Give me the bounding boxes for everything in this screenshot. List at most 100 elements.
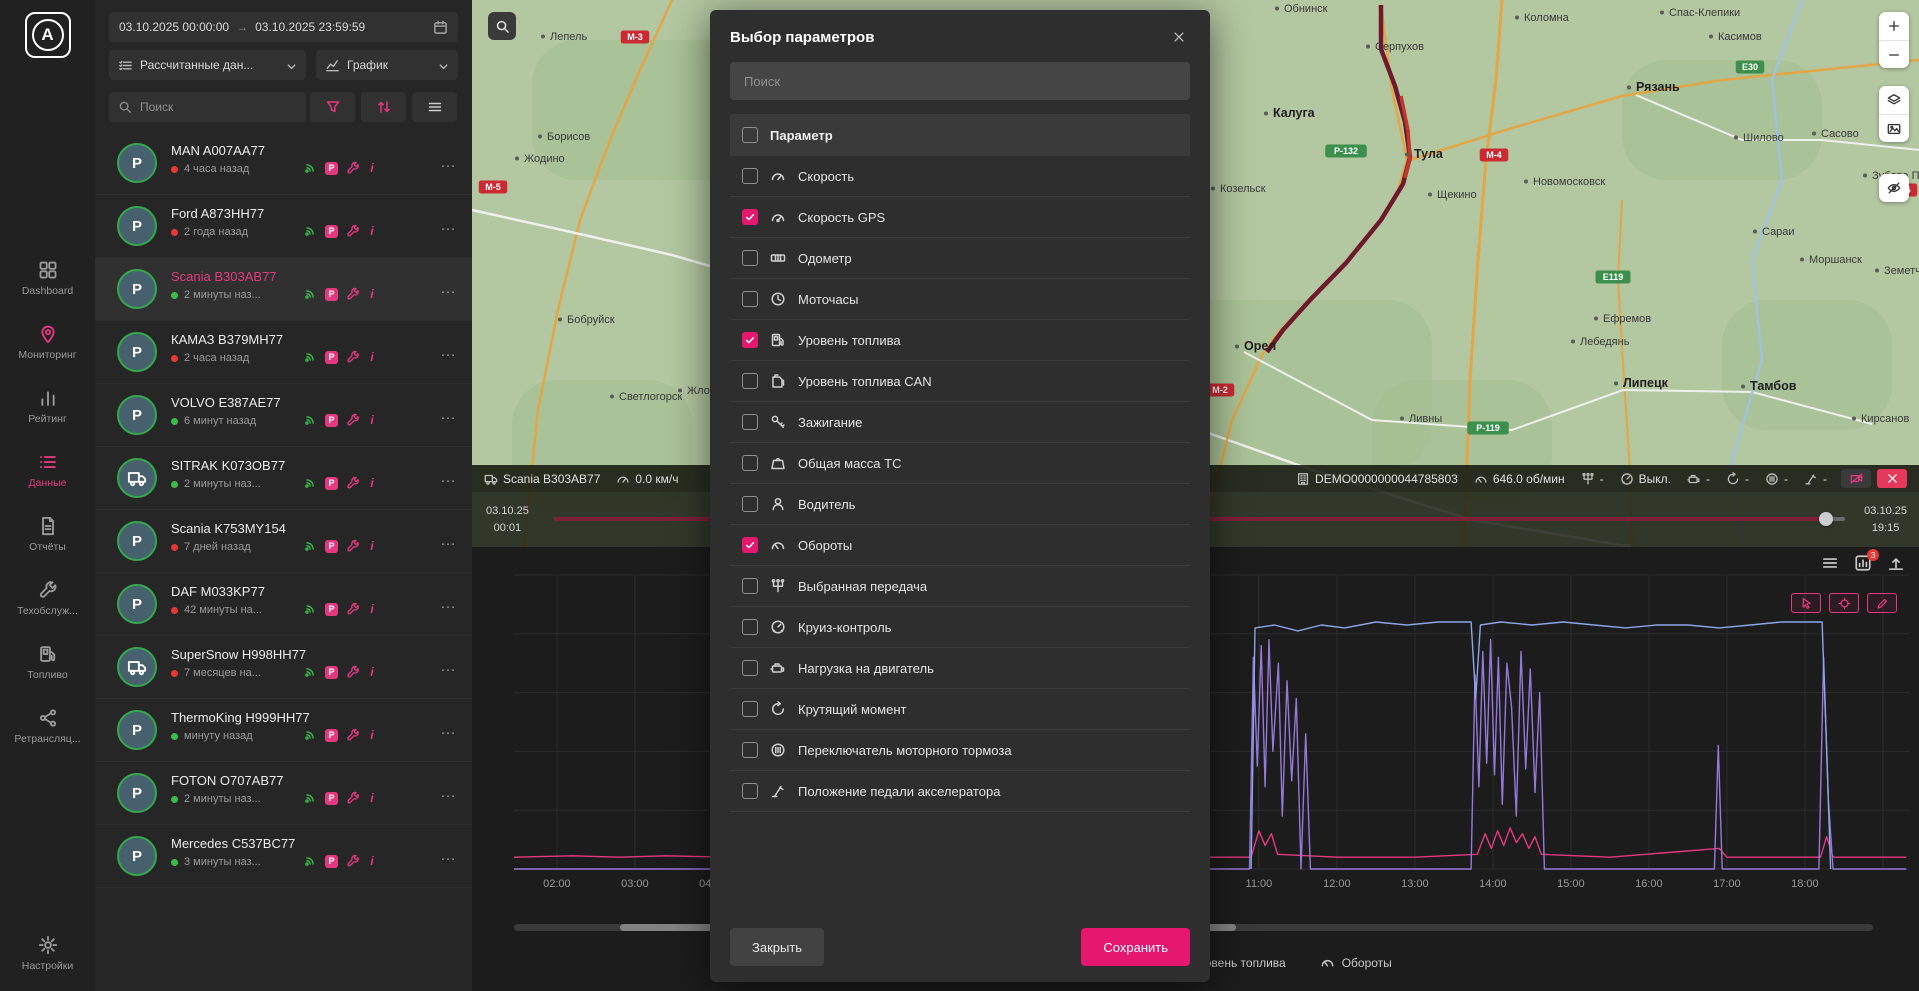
row-menu-button[interactable]: …: [440, 658, 456, 676]
nav-item-monitoring[interactable]: Мониторинг: [0, 310, 95, 374]
vehicle-row[interactable]: PVOLVO E387AE776 минут назадPi…: [95, 384, 472, 447]
param-checkbox[interactable]: [742, 414, 758, 430]
list-menu-button[interactable]: [412, 92, 457, 122]
param-checkbox[interactable]: [742, 496, 758, 512]
zoom-in-button[interactable]: [1879, 12, 1909, 40]
param-row[interactable]: Крутящий момент: [730, 689, 1190, 730]
close-track-button[interactable]: [1877, 469, 1907, 488]
nav-item-dashboard[interactable]: Dashboard: [0, 246, 95, 310]
param-checkbox[interactable]: [742, 619, 758, 635]
vehicle-row[interactable]: PMercedes C537BC773 минуты наз...Pi…: [95, 825, 472, 888]
param-row[interactable]: Выбранная передача: [730, 566, 1190, 607]
row-menu-button[interactable]: …: [440, 154, 456, 172]
terrain-button[interactable]: [1879, 114, 1909, 142]
vehicle-row[interactable]: PScania B303AB772 минуты наз...Pi…: [95, 258, 472, 321]
map-search-button[interactable]: [488, 12, 516, 40]
cursor-tool-button[interactable]: [1791, 593, 1821, 613]
param-row[interactable]: Скорость: [730, 156, 1190, 197]
param-checkbox[interactable]: [742, 373, 758, 389]
vehicle-row[interactable]: PScania K753MY1547 дней назадPi…: [95, 510, 472, 573]
legend-item[interactable]: Обороты: [1320, 955, 1392, 970]
param-checkbox[interactable]: [742, 783, 758, 799]
chart-params-button[interactable]: 3: [1854, 554, 1872, 572]
select-all-checkbox[interactable]: [742, 127, 758, 143]
info-badge[interactable]: i: [368, 413, 376, 427]
param-row[interactable]: Нагрузка на двигатель: [730, 648, 1190, 689]
param-row[interactable]: Одометр: [730, 238, 1190, 279]
param-checkbox[interactable]: [742, 660, 758, 676]
vehicle-row[interactable]: PDAF M033KP7742 минуты на...Pi…: [95, 573, 472, 636]
param-row[interactable]: Скорость GPS: [730, 197, 1190, 238]
nav-item-reports[interactable]: Отчёты: [0, 502, 95, 566]
param-row[interactable]: Моточасы: [730, 279, 1190, 320]
info-badge[interactable]: i: [368, 224, 376, 238]
param-row[interactable]: Зажигание: [730, 402, 1190, 443]
vehicle-search-input[interactable]: [138, 99, 297, 115]
info-badge[interactable]: i: [368, 287, 376, 301]
row-menu-button[interactable]: …: [440, 217, 456, 235]
param-row[interactable]: Уровень топлива CAN: [730, 361, 1190, 402]
modal-close-button[interactable]: [1168, 26, 1190, 48]
param-checkbox[interactable]: [742, 168, 758, 184]
camera-off-button[interactable]: [1841, 469, 1871, 488]
param-row[interactable]: Положение педали акселератора: [730, 771, 1190, 812]
zoom-out-button[interactable]: [1879, 40, 1909, 68]
param-row[interactable]: Переключатель моторного тормоза: [730, 730, 1190, 771]
row-menu-button[interactable]: …: [440, 595, 456, 613]
info-badge[interactable]: i: [368, 791, 376, 805]
param-checkbox[interactable]: [742, 209, 758, 225]
info-badge[interactable]: i: [368, 161, 376, 175]
vehicle-row[interactable]: PFOTON O707AB772 минуты наз...Pi…: [95, 762, 472, 825]
param-checkbox[interactable]: [742, 537, 758, 553]
param-row[interactable]: Общая масса ТС: [730, 443, 1190, 484]
info-badge[interactable]: i: [368, 602, 376, 616]
time-slider-handle[interactable]: [1819, 512, 1833, 526]
row-menu-button[interactable]: …: [440, 847, 456, 865]
param-checkbox[interactable]: [742, 291, 758, 307]
view-type-dropdown[interactable]: График: [316, 50, 458, 80]
info-badge[interactable]: i: [368, 476, 376, 490]
param-checkbox[interactable]: [742, 742, 758, 758]
row-menu-button[interactable]: …: [440, 406, 456, 424]
param-checkbox[interactable]: [742, 332, 758, 348]
row-menu-button[interactable]: …: [440, 469, 456, 487]
nav-item-service[interactable]: Техобслуж...: [0, 566, 95, 630]
save-button[interactable]: Сохранить: [1081, 928, 1190, 966]
vehicle-row[interactable]: SuperSnow H998HH777 месяцев на...Pi…: [95, 636, 472, 699]
info-badge[interactable]: i: [368, 854, 376, 868]
row-menu-button[interactable]: …: [440, 532, 456, 550]
vehicle-row[interactable]: PКАМАЗ B379MH772 часа назадPi…: [95, 321, 472, 384]
data-type-dropdown[interactable]: Рассчитанные дан...: [109, 50, 306, 80]
hide-tracks-button[interactable]: [1879, 174, 1909, 202]
param-row[interactable]: Уровень топлива: [730, 320, 1190, 361]
row-menu-button[interactable]: …: [440, 280, 456, 298]
nav-item-settings[interactable]: Настройки: [0, 921, 95, 985]
annotate-tool-button[interactable]: [1867, 593, 1897, 613]
nav-item-relay[interactable]: Ретрансляц...: [0, 694, 95, 758]
param-checkbox[interactable]: [742, 578, 758, 594]
param-row[interactable]: Обороты: [730, 525, 1190, 566]
info-badge[interactable]: i: [368, 665, 376, 679]
param-checkbox[interactable]: [742, 250, 758, 266]
vehicle-row[interactable]: SITRAK K073OB772 минуты наз...Pi…: [95, 447, 472, 510]
row-menu-button[interactable]: …: [440, 721, 456, 739]
nav-item-rating[interactable]: Рейтинг: [0, 374, 95, 438]
vehicle-row[interactable]: PThermoKing H999HH77минуту назадPi…: [95, 699, 472, 762]
filter-button[interactable]: [310, 92, 355, 122]
info-badge[interactable]: i: [368, 728, 376, 742]
date-range-picker[interactable]: 03.10.2025 00:00:00 → 03.10.2025 23:59:5…: [109, 12, 458, 42]
target-tool-button[interactable]: [1829, 593, 1859, 613]
info-badge[interactable]: i: [368, 539, 376, 553]
vehicle-row[interactable]: PMAN A007AA774 часа назадPi…: [95, 132, 472, 195]
param-checkbox[interactable]: [742, 701, 758, 717]
row-menu-button[interactable]: …: [440, 343, 456, 361]
row-menu-button[interactable]: …: [440, 784, 456, 802]
chart-export-button[interactable]: [1887, 554, 1905, 572]
vehicle-row[interactable]: PFord A873HH772 года назадPi…: [95, 195, 472, 258]
param-row[interactable]: Круиз-контроль: [730, 607, 1190, 648]
modal-search-input[interactable]: [742, 73, 1178, 90]
close-button[interactable]: Закрыть: [730, 928, 824, 966]
chart-list-button[interactable]: [1821, 554, 1839, 572]
app-logo[interactable]: A: [25, 12, 71, 58]
param-row[interactable]: Водитель: [730, 484, 1190, 525]
